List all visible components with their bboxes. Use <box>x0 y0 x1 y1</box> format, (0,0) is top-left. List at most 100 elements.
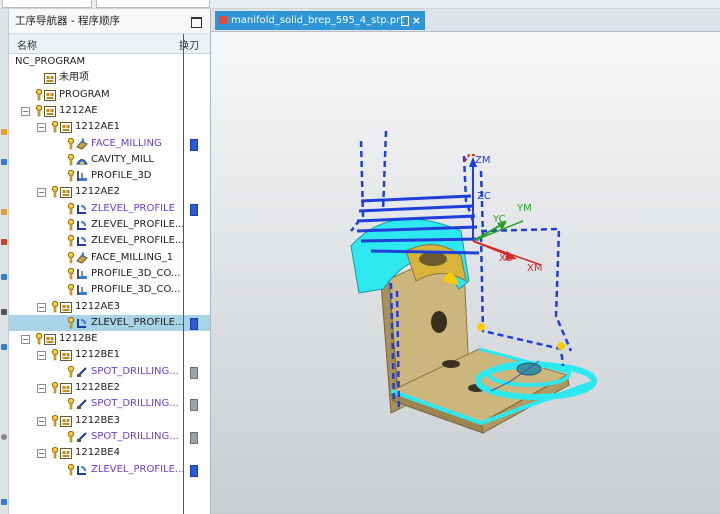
collapse-toggle[interactable]: − <box>37 123 46 133</box>
tree-row[interactable]: − 1212AE3 <box>9 299 210 315</box>
part-file-icon <box>219 16 227 24</box>
drill-icon <box>76 431 88 443</box>
tree-row-label: CAVITY_MILL <box>91 153 154 165</box>
tree-row[interactable]: ZLEVEL_PROFILE... <box>9 217 210 233</box>
navigator-title-bar: 工序导航器 - 程序顺序 <box>9 9 210 34</box>
tree-row[interactable]: ZLEVEL_PROFILE <box>9 201 210 217</box>
collapse-toggle[interactable]: − <box>37 188 46 198</box>
status-key-icon <box>67 137 75 150</box>
resource-icon[interactable] <box>1 434 7 440</box>
tree-row[interactable]: SPOT_DRILLING... <box>9 364 210 380</box>
status-key-icon <box>67 365 75 378</box>
tree-row[interactable]: − 1212BE2 <box>9 380 210 396</box>
tree-row[interactable]: − 1212AE <box>9 103 210 119</box>
document-tab-label: manifold_solid_brep_595_4_stp.prt <box>231 15 405 26</box>
tree-row[interactable]: NC_PROGRAM <box>9 54 210 70</box>
folder-icon <box>60 447 72 460</box>
tree-row[interactable]: PROGRAM <box>9 87 210 103</box>
resource-bar <box>0 9 9 514</box>
close-icon[interactable]: × <box>412 11 421 30</box>
profile-icon <box>76 170 88 182</box>
tree-row[interactable]: SPOT_DRILLING... <box>9 396 210 412</box>
profile-icon <box>76 284 88 296</box>
tree-row[interactable]: FACE_MILLING_1 <box>9 250 210 266</box>
tree-row-label: ZLEVEL_PROFILE... <box>91 316 185 328</box>
tree-row[interactable]: PROFILE_3D_CO... <box>9 282 210 298</box>
collapse-toggle[interactable]: − <box>37 449 46 459</box>
tree-row[interactable]: SPOT_DRILLING... <box>9 429 210 445</box>
top-toolbar <box>0 0 720 9</box>
zlevel-icon <box>76 317 88 329</box>
zlevel-icon <box>76 203 88 215</box>
tree-row-label: PROGRAM <box>59 88 110 100</box>
toolpath-boss <box>516 362 542 376</box>
tree-row[interactable]: − 1212BE1 <box>9 347 210 363</box>
collapse-toggle[interactable]: − <box>37 351 46 361</box>
face-icon <box>76 252 88 264</box>
part-hole <box>431 311 447 333</box>
status-key-icon <box>67 153 75 166</box>
tree-row[interactable]: − 1212BE3 <box>9 413 210 429</box>
collapse-toggle[interactable]: − <box>37 302 46 312</box>
axis-label-yc: YC <box>492 214 506 225</box>
column-name[interactable]: 名称 <box>17 37 37 52</box>
tree-row-label: NC_PROGRAM <box>15 56 86 67</box>
collapse-toggle[interactable]: − <box>21 106 30 116</box>
zlevel-icon <box>76 235 88 247</box>
document-tab[interactable]: manifold_solid_brep_595_4_stp.prt × <box>215 11 425 30</box>
status-key-icon <box>67 316 75 329</box>
resource-icon[interactable] <box>1 239 7 245</box>
tree-row[interactable]: ZLEVEL_PROFILE... <box>9 314 210 331</box>
tree-row[interactable]: 未用项 <box>9 70 210 86</box>
resource-icon[interactable] <box>1 274 7 280</box>
maximize-icon[interactable] <box>191 17 202 28</box>
status-key-icon <box>67 235 75 247</box>
assembly-scope-combo[interactable] <box>96 0 210 8</box>
status-key-icon <box>51 381 59 394</box>
column-tool-change[interactable]: 换刀 <box>179 37 199 52</box>
resource-icon[interactable] <box>1 309 7 315</box>
tool-change-icon <box>190 399 198 412</box>
resource-icon[interactable] <box>1 159 7 165</box>
tree-row[interactable]: ZLEVEL_PROFILE... <box>9 233 210 249</box>
tree-row[interactable]: − 1212AE2 <box>9 184 210 200</box>
tree-row[interactable]: ZLEVEL_PROFILE... <box>9 462 210 478</box>
tree-row-label: PROFILE_3D_CO... <box>91 267 181 279</box>
axis-label-ym: YM <box>516 203 532 214</box>
tree-row[interactable]: FACE_MILLING <box>9 136 210 152</box>
tree-row[interactable]: CAVITY_MILL <box>9 152 210 168</box>
resource-icon[interactable] <box>1 499 7 505</box>
tree-row-label: 1212BE1 <box>75 349 120 361</box>
model-scene[interactable]: ZM ZC YM YC XC XM <box>211 31 720 514</box>
tree-row[interactable]: − 1212BE <box>9 331 210 347</box>
status-key-icon <box>67 430 75 443</box>
tree-row[interactable]: − 1212BE4 <box>9 445 210 461</box>
status-key-icon <box>67 202 75 215</box>
profile-icon <box>76 268 88 280</box>
tree-row[interactable]: PROFILE_3D <box>9 168 210 184</box>
resource-icon[interactable] <box>1 129 7 135</box>
collapse-toggle[interactable]: − <box>21 335 30 345</box>
tree-row[interactable]: − 1212AE1 <box>9 119 210 135</box>
graphics-window[interactable]: manifold_solid_brep_595_4_stp.prt × ZM Z… <box>211 9 720 514</box>
drill-icon <box>76 366 88 378</box>
tree-row-label: ZLEVEL_PROFILE <box>91 202 175 214</box>
folder-icon <box>44 333 56 346</box>
zlevel-icon <box>76 464 88 476</box>
collapse-toggle[interactable]: − <box>37 384 46 393</box>
resource-icon[interactable] <box>1 209 7 215</box>
folder-icon <box>44 72 56 85</box>
highlight-dot <box>477 323 485 331</box>
status-key-icon <box>67 218 75 231</box>
tree-row-label: 1212AE1 <box>75 121 120 133</box>
zlevel-icon <box>76 219 88 231</box>
collapse-toggle[interactable]: − <box>37 416 46 426</box>
tool-change-icon <box>190 366 198 379</box>
resource-icon[interactable] <box>1 344 7 350</box>
tree-row-label: 1212AE3 <box>75 300 120 312</box>
tree-row-label: ZLEVEL_PROFILE... <box>91 219 185 230</box>
folder-icon <box>44 89 56 101</box>
tree-row[interactable]: PROFILE_3D_CO... <box>9 266 210 282</box>
selection-filter-combo[interactable] <box>2 0 92 8</box>
column-divider <box>183 34 184 514</box>
